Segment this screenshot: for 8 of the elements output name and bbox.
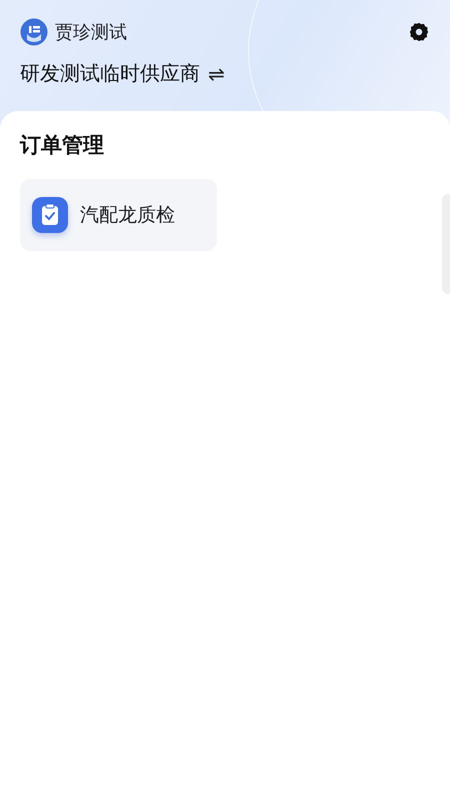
avatar-logo-icon — [20, 18, 48, 46]
app-tile[interactable]: 汽配龙质检 — [20, 179, 217, 251]
clipboard-check-icon — [32, 197, 68, 233]
switch-symbol[interactable]: ⇌ — [208, 62, 225, 86]
user-name: 贾珍测试 — [55, 21, 127, 44]
settings-icon[interactable] — [408, 21, 430, 43]
company-name[interactable]: 研发测试临时供应商 — [20, 60, 200, 87]
section-title: 订单管理 — [20, 132, 105, 159]
